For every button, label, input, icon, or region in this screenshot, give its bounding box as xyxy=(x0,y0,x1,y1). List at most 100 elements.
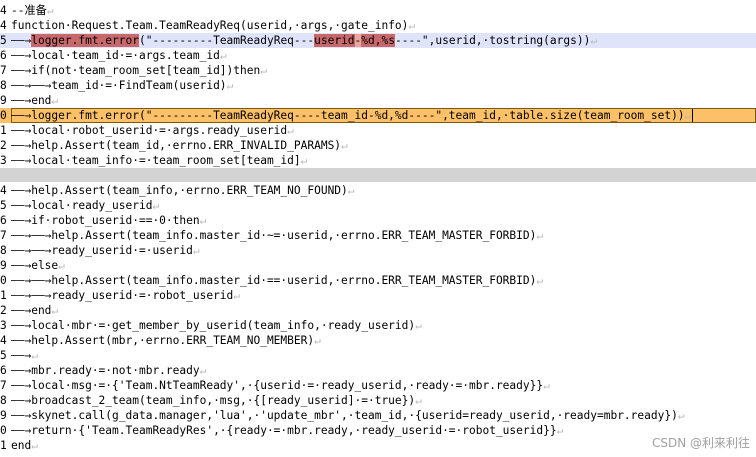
code-line[interactable]: 4 ——→help.Assert(mbr,·errno.ERR_TEAM_NO_… xyxy=(0,333,756,348)
code-line-highlighted[interactable]: 5 ——→logger.fmt.error("---------TeamRead… xyxy=(0,33,756,48)
line-text: ——→ xyxy=(11,349,32,362)
code-line[interactable]: 0 ——→return·{'Team.TeamReadyRes',·{ready… xyxy=(0,423,756,438)
code-line[interactable]: 1 ——→local·robot_userid·=·args.ready_use… xyxy=(0,123,756,138)
code-line[interactable]: 6 ——→mbr.ready·=·not·mbr.ready↵ xyxy=(0,363,756,378)
line-text: ——→help.Assert(team_id,·errno.ERR_INVALI… xyxy=(11,139,342,152)
line-text: ——→help.Assert(team_info,·errno.ERR_TEAM… xyxy=(11,184,348,197)
line-end-marker: ↵ xyxy=(677,409,685,422)
code-line[interactable]: 8 ——→——→ready_userid·=·userid↵ xyxy=(0,243,756,258)
line-end-marker: ↵ xyxy=(415,319,422,332)
code-line[interactable]: 1 ——→——→ready_userid·=·robot_userid↵ xyxy=(0,288,756,303)
code-line[interactable]: 1 end↵ xyxy=(0,438,756,453)
line-number: 3 xyxy=(0,319,7,332)
line-end-marker: ↵ xyxy=(536,274,544,287)
code-line[interactable]: 7 ——→if(not·team_room_set[team_id])then↵ xyxy=(0,63,756,78)
indent-arrow: ——→ xyxy=(11,34,32,47)
line-end-marker: ↵ xyxy=(415,394,422,407)
code-line[interactable]: 9 ——→skynet.call(g_data.manager,'lua',·'… xyxy=(0,408,756,423)
line-end-marker: ↵ xyxy=(31,349,38,362)
code-line-current[interactable]: 0 ——→logger.fmt.error("---------TeamRead… xyxy=(0,108,756,123)
watermark: CSDN @利来利往 xyxy=(651,436,750,450)
line-text: ——→——→help.Assert(team_info.master_id·~=… xyxy=(11,229,537,242)
line-number: 7 xyxy=(0,229,7,242)
code-line[interactable]: 2 ——→end↵ xyxy=(0,303,756,318)
line-number: 1 xyxy=(0,124,7,137)
line-number: 6 xyxy=(0,214,7,227)
line-number: 6 xyxy=(0,364,7,377)
line-end-marker: ↵ xyxy=(590,34,598,47)
line-text: ——→else xyxy=(11,259,59,272)
line-text: ----",userid,·tostring(args)) xyxy=(394,34,591,47)
code-line[interactable]: 7 ——→local·msg·=·{'Team.NtTeamReady',·{u… xyxy=(0,378,756,393)
line-text: end xyxy=(11,439,32,452)
line-end-marker: ↵ xyxy=(536,229,544,242)
line-text: ——→local·msg·=·{'Team.NtTeamReady',·{use… xyxy=(11,379,544,392)
line-end-marker: ↵ xyxy=(684,109,692,122)
line-end-marker: ↵ xyxy=(51,94,59,107)
line-end-marker: ↵ xyxy=(287,124,294,137)
code-line[interactable]: 8 ——→——→team_id·=·FindTeam(userid)↵ xyxy=(0,78,756,93)
line-end-marker: ↵ xyxy=(226,79,234,92)
line-number: 3 xyxy=(0,154,7,167)
line-end-marker: ↵ xyxy=(219,49,227,62)
line-number: 6 xyxy=(0,49,7,62)
code-line[interactable]: 5 ——→↵ xyxy=(0,348,756,363)
line-number: 5 xyxy=(0,349,7,362)
code-line[interactable]: 2 ——→help.Assert(team_id,·errno.ERR_INVA… xyxy=(0,138,756,153)
code-line[interactable]: 4 --准备↵ xyxy=(0,3,756,18)
line-number: 2 xyxy=(0,304,7,317)
code-line[interactable]: 9 ——→else↵ xyxy=(0,258,756,273)
line-text: ——→if·robot_userid·==·0·then xyxy=(11,214,200,227)
line-end-marker: ↵ xyxy=(347,184,355,197)
line-number: 0 xyxy=(0,424,7,437)
line-text: ——→——→team_id·=·FindTeam(userid) xyxy=(11,79,227,92)
line-number: 4 xyxy=(0,184,7,197)
line-number: 0 xyxy=(0,109,7,122)
line-text: ——→end xyxy=(11,94,52,107)
line-text: ——→local·mbr·=·get_member_by_userid(team… xyxy=(11,319,416,332)
line-end-marker: ↵ xyxy=(556,424,564,437)
line-text: ——→logger.fmt.error("---------TeamReadyR… xyxy=(11,109,685,122)
line-end-marker: ↵ xyxy=(51,304,59,317)
line-end-marker: ↵ xyxy=(233,289,241,302)
code-line[interactable]: 9 ——→end↵ xyxy=(0,93,756,108)
code-line[interactable]: 4 ——→help.Assert(team_info,·errno.ERR_TE… xyxy=(0,183,756,198)
line-text: ——→——→ready_userid·=·robot_userid xyxy=(11,289,234,302)
line-number: 9 xyxy=(0,94,7,107)
line-number: 4 xyxy=(0,19,7,32)
code-line[interactable]: 6 ——→local·team_id·=·args.team_id↵ xyxy=(0,48,756,63)
code-line[interactable]: 0 ——→——→help.Assert(team_info.master_id·… xyxy=(0,273,756,288)
line-text: ——→local·team_id·=·args.team_id xyxy=(11,49,220,62)
line-end-marker: ↵ xyxy=(543,379,550,392)
line-number: 8 xyxy=(0,79,7,92)
code-line[interactable]: 8 ——→broadcast_2_team(team_info,·msg,·{[… xyxy=(0,393,756,408)
code-line[interactable]: 5 ——→local·ready_userid↵ xyxy=(0,198,756,213)
code-line[interactable]: 3 ——→local·team_info·=·team_room_set[tea… xyxy=(0,153,756,168)
code-line[interactable]: 7 ——→——→help.Assert(team_info.master_id·… xyxy=(0,228,756,243)
line-end-marker: ↵ xyxy=(314,334,321,347)
search-match: userid xyxy=(314,34,355,47)
line-text: --准备 xyxy=(11,4,47,17)
line-text: function·Request.Team.TeamReadyReq(useri… xyxy=(11,19,409,32)
code-line[interactable]: 6 ——→if·robot_userid·==·0·then↵ xyxy=(0,213,756,228)
line-text: ("---------TeamReadyReq--- xyxy=(139,34,315,47)
line-text: ——→broadcast_2_team(team_info,·msg,·{[re… xyxy=(11,394,416,407)
line-end-marker: ↵ xyxy=(260,64,267,77)
line-number: 0 xyxy=(0,274,7,287)
line-number: 9 xyxy=(0,409,7,422)
line-number: 2 xyxy=(0,139,7,152)
line-text: ——→——→help.Assert(team_info.master_id·==… xyxy=(11,274,537,287)
line-end-marker: ↵ xyxy=(199,364,207,377)
line-text: ——→local·ready_userid xyxy=(11,199,153,212)
line-text: ——→help.Assert(mbr,·errno.ERR_TEAM_NO_ME… xyxy=(11,334,315,347)
code-line[interactable]: 4 function·Request.Team.TeamReadyReq(use… xyxy=(0,18,756,33)
line-number: 7 xyxy=(0,64,7,77)
code-line[interactable]: 3 ——→local·mbr·=·get_member_by_userid(te… xyxy=(0,318,756,333)
line-number: 8 xyxy=(0,394,7,407)
code-editor[interactable]: 4 --准备↵ 4 function·Request.Team.TeamRead… xyxy=(0,0,756,457)
search-match: logger.fmt.error xyxy=(31,34,139,47)
search-match: %d,%s xyxy=(361,34,395,47)
line-end-marker: ↵ xyxy=(152,199,160,212)
line-text: ——→end xyxy=(11,304,52,317)
line-number: 9 xyxy=(0,259,7,272)
